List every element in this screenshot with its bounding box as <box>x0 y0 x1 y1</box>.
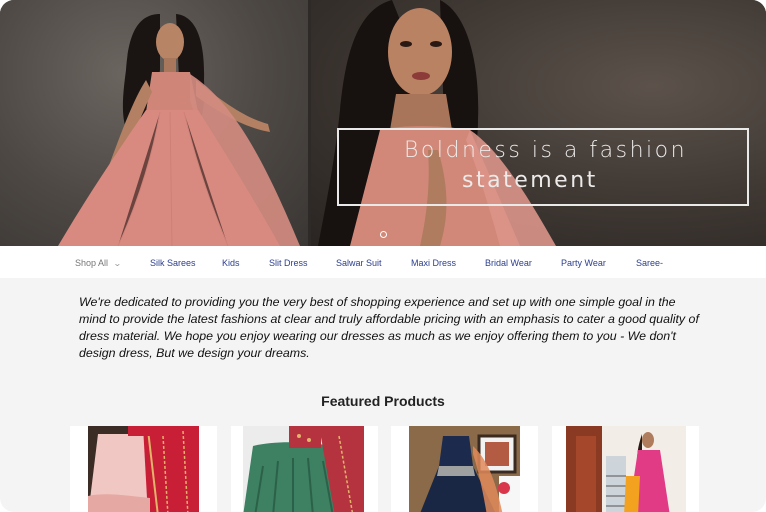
product-card[interactable] <box>552 426 699 512</box>
nav-item-maxi-dress[interactable]: Maxi Dress <box>411 246 456 278</box>
product-card[interactable] <box>391 426 538 512</box>
nav-item-slit-dress[interactable]: Slit Dress <box>269 246 308 278</box>
nav-item-bridal-wear[interactable]: Bridal Wear <box>485 246 532 278</box>
product-image <box>88 426 199 512</box>
product-image <box>409 426 520 512</box>
featured-products-heading: Featured Products <box>321 393 445 409</box>
product-image <box>566 426 686 512</box>
slider-dot[interactable] <box>380 231 387 238</box>
nav-item-shop-all[interactable]: Shop All ⌄ <box>75 246 122 278</box>
chevron-down-icon: ⌄ <box>113 259 122 268</box>
product-card[interactable] <box>70 426 217 512</box>
hero-caption-line1: Boldness is a fashion <box>404 138 688 163</box>
product-image <box>243 426 364 512</box>
page-frame: Boldness is a fashion statement Shop All… <box>0 0 766 512</box>
nav-item-silk-sarees[interactable]: Silk Sarees <box>150 246 196 278</box>
hero-banner[interactable]: Boldness is a fashion statement <box>0 0 766 246</box>
nav-item-kids[interactable]: Kids <box>222 246 240 278</box>
category-nav: Shop All ⌄ Silk Sarees Kids Slit Dress Sa… <box>0 246 766 278</box>
about-paragraph: We're dedicated to providing you the ver… <box>79 295 699 360</box>
nav-item-label: Shop All <box>75 258 109 268</box>
hero-caption-line2: statement <box>462 168 598 193</box>
nav-item-party-wear[interactable]: Party Wear <box>561 246 606 278</box>
product-card[interactable] <box>231 426 378 512</box>
nav-item-salwar-suit[interactable]: Salwar Suit <box>336 246 382 278</box>
nav-item-saree[interactable]: Saree- <box>636 246 663 278</box>
hero-model-image <box>58 0 556 246</box>
